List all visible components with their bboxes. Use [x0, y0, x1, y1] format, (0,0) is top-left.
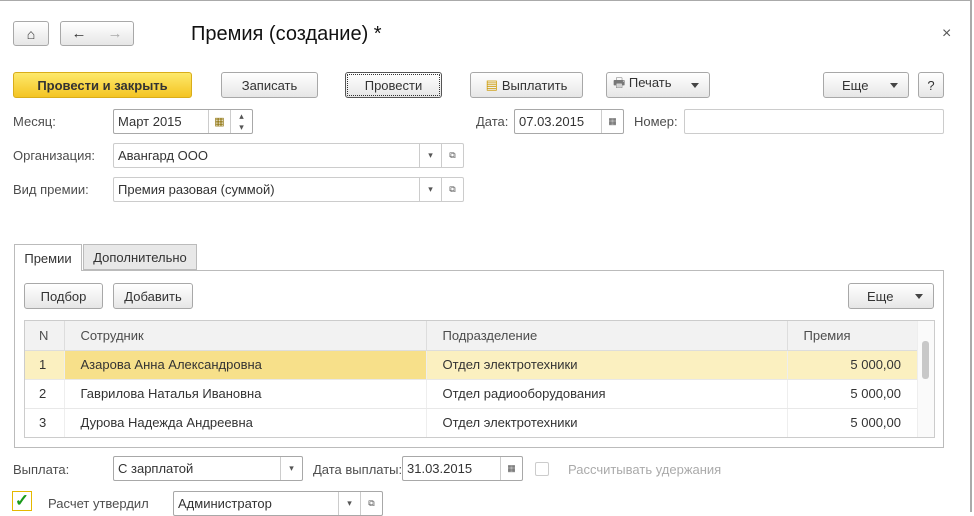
nav-buttons: ← → [60, 21, 134, 46]
pay-label: Выплатить [501, 77, 568, 93]
cell-employee[interactable]: Гаврилова Наталья Ивановна [64, 379, 427, 409]
number-input[interactable] [684, 109, 944, 134]
forward-arrow-icon[interactable]: → [108, 25, 123, 42]
table-row[interactable]: 3 Дурова Надежда Андреевна Отдел электро… [25, 408, 918, 437]
table-scrollbar[interactable] [917, 321, 934, 437]
chevron-down-icon [691, 82, 699, 88]
scrollbar-thumb[interactable] [922, 341, 929, 379]
bonuses-table: N Сотрудник Подразделение Премия 1 Азаро… [24, 320, 935, 438]
cell-bonus[interactable]: 5 000,00 [787, 350, 918, 380]
table-more-button[interactable]: Еще [848, 283, 934, 309]
back-arrow-icon[interactable]: ← [72, 25, 87, 42]
add-button[interactable]: Добавить [113, 283, 193, 309]
date-value: 07.03.2015 [519, 114, 585, 129]
open-icon[interactable]: ⧉ [441, 178, 463, 201]
approved-by-field[interactable]: Администратор ▾ ⧉ [173, 491, 383, 516]
payout-label: Выплата: [13, 462, 70, 477]
bonus-kind-label: Вид премии: [13, 182, 89, 197]
printer-icon: 🖶 [613, 75, 626, 90]
paydate-label: Дата выплаты: [313, 462, 403, 477]
cell-department[interactable]: Отдел электротехники [426, 350, 788, 380]
approved-label: Расчет утвердил [48, 496, 149, 511]
table-row[interactable]: 2 Гаврилова Наталья Ивановна Отдел радио… [25, 379, 918, 409]
more-button[interactable]: Еще [823, 72, 909, 98]
more-label: Еще [842, 77, 869, 93]
cell-n: 3 [25, 408, 65, 437]
pay-icon: ▤ [485, 77, 498, 92]
calendar-icon[interactable]: ▦ [208, 110, 230, 133]
cell-n: 1 [25, 350, 65, 380]
dropdown-icon[interactable]: ▾ [419, 178, 441, 201]
column-employee[interactable]: Сотрудник [64, 321, 427, 351]
tab-additional[interactable]: Дополнительно [83, 244, 197, 270]
cell-department[interactable]: Отдел радиооборудования [426, 379, 788, 409]
tab-bonuses[interactable]: Премии [14, 244, 82, 271]
table-header: N Сотрудник Подразделение Премия [25, 321, 918, 351]
approved-by-value: Администратор [178, 496, 272, 511]
dropdown-icon[interactable]: ▾ [419, 144, 441, 167]
month-stepper[interactable]: ▴ ▾ [230, 110, 252, 133]
close-icon[interactable]: × [942, 25, 951, 43]
table-row[interactable]: 1 Азарова Анна Александровна Отдел элект… [25, 350, 918, 380]
dropdown-icon[interactable]: ▾ [280, 457, 302, 480]
bonus-kind-value: Премия разовая (суммой) [118, 182, 275, 197]
chevron-down-icon [915, 293, 923, 299]
withhold-checkbox[interactable] [535, 462, 549, 476]
print-label: Печать [628, 75, 672, 90]
print-button[interactable]: 🖶 Печать [606, 72, 710, 98]
open-icon[interactable]: ⧉ [441, 144, 463, 167]
pay-button[interactable]: ▤ Выплатить [470, 72, 583, 98]
cell-employee[interactable]: Дурова Надежда Андреевна [64, 408, 427, 437]
column-n[interactable]: N [25, 321, 65, 351]
date-field[interactable]: 07.03.2015 ▦ [514, 109, 624, 134]
post-button[interactable]: Провести [345, 72, 442, 98]
chevron-down-icon [890, 82, 898, 88]
table-more-label: Еще [867, 288, 894, 304]
organization-value: Авангард ООО [118, 148, 208, 163]
post-and-close-button[interactable]: Провести и закрыть [13, 72, 192, 98]
cell-bonus[interactable]: 5 000,00 [787, 408, 918, 437]
approved-checkbox[interactable]: ✓ [12, 491, 32, 511]
paydate-value: 31.03.2015 [407, 461, 473, 476]
pick-button[interactable]: Подбор [24, 283, 103, 309]
cell-n: 2 [25, 379, 65, 409]
number-label: Номер: [634, 114, 678, 129]
bonus-kind-field[interactable]: Премия разовая (суммой) ▾ ⧉ [113, 177, 464, 202]
save-button[interactable]: Записать [221, 72, 318, 98]
column-bonus[interactable]: Премия [787, 321, 918, 351]
date-label: Дата: [476, 114, 509, 129]
calendar-icon[interactable]: ▦ [601, 110, 623, 133]
cell-employee[interactable]: Азарова Анна Александровна [64, 350, 427, 380]
cell-department[interactable]: Отдел электротехники [426, 408, 788, 437]
month-label: Месяц: [13, 114, 56, 129]
paydate-field[interactable]: 31.03.2015 ▦ [402, 456, 523, 481]
home-icon: ⌂ [26, 25, 36, 42]
page-title: Премия (создание) * [191, 23, 382, 45]
payout-value: С зарплатой [118, 461, 194, 476]
help-button[interactable]: ? [918, 72, 944, 98]
document-window: ⌂ ← → Премия (создание) * × Провести и з… [0, 0, 972, 516]
month-field[interactable]: Март 2015 ▦ ▴ ▾ [113, 109, 253, 134]
payout-field[interactable]: С зарплатой ▾ [113, 456, 303, 481]
calendar-icon[interactable]: ▦ [500, 457, 522, 480]
organization-field[interactable]: Авангард ООО ▾ ⧉ [113, 143, 464, 168]
organization-label: Организация: [13, 148, 96, 163]
cell-bonus[interactable]: 5 000,00 [787, 379, 918, 409]
column-department[interactable]: Подразделение [426, 321, 788, 351]
home-button[interactable]: ⌂ [13, 21, 49, 46]
month-value: Март 2015 [118, 114, 182, 129]
withhold-label: Рассчитывать удержания [568, 462, 722, 477]
